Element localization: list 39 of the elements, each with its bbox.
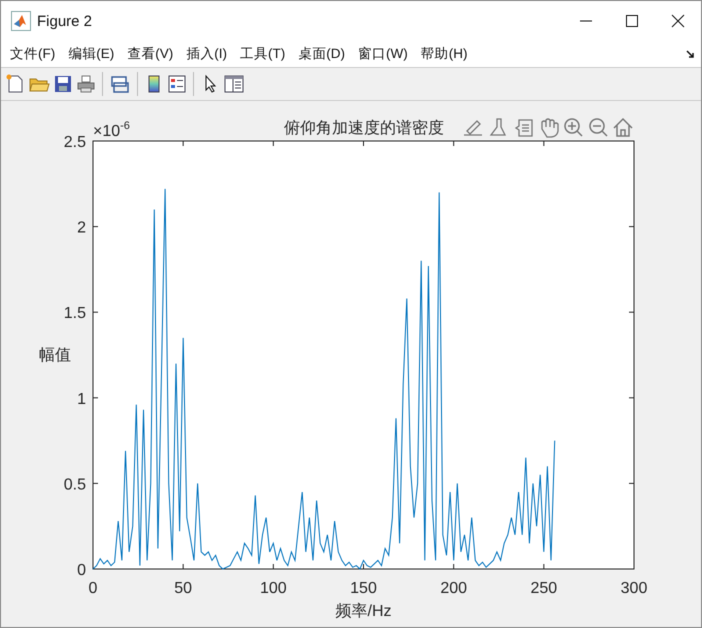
tick-label: 1.5 — [64, 305, 86, 322]
tick-label: 200 — [440, 580, 468, 597]
tick-label: 300 — [620, 580, 648, 597]
new-file-icon[interactable] — [5, 74, 25, 94]
window-title: Figure 2 — [37, 12, 92, 30]
printer-icon[interactable] — [76, 74, 96, 94]
tick-label: 0 — [77, 562, 86, 579]
data-tip-icon[interactable] — [514, 119, 533, 137]
tick-label: 250 — [530, 580, 558, 597]
menu-item[interactable]: 编辑(E) — [68, 45, 114, 63]
menu-item[interactable]: 帮助(H) — [420, 45, 468, 63]
tick-label: 0.5 — [64, 476, 86, 494]
zoom-in-icon[interactable] — [564, 118, 583, 137]
pan-hand-icon[interactable] — [541, 118, 559, 138]
tick-label: 0 — [88, 580, 98, 597]
menu-item[interactable]: 窗口(W) — [358, 45, 408, 63]
tick-label: 150 — [350, 580, 377, 597]
zoom-out-icon[interactable] — [589, 118, 608, 137]
y-axis-label: 幅值 — [39, 347, 71, 364]
menu-item[interactable]: 工具(T) — [240, 45, 286, 63]
tick-label: 2.5 — [64, 134, 86, 151]
menu-item[interactable]: 查看(V) — [127, 45, 174, 63]
dock-arrow-icon[interactable] — [686, 50, 695, 58]
menu-item[interactable]: 插入(I) — [186, 45, 227, 63]
x-axis-label: 频率/Hz — [336, 603, 392, 620]
tick-label: 100 — [260, 580, 287, 597]
tick-label: 50 — [174, 580, 192, 597]
chart-title: 俯仰角加速度的谱密度 — [284, 120, 444, 137]
legend-icon[interactable] — [167, 74, 187, 94]
home-icon[interactable] — [613, 118, 633, 137]
app-logo-icon — [11, 11, 31, 31]
menu-item[interactable]: 文件(F) — [10, 45, 56, 63]
menu-item[interactable]: 桌面(D) — [298, 45, 345, 63]
edit-pen-icon[interactable] — [463, 120, 483, 136]
save-icon[interactable] — [53, 74, 73, 94]
tick-label: 1 — [77, 390, 86, 408]
property-panel-icon[interactable] — [223, 74, 245, 94]
tick-label: 2 — [77, 220, 86, 237]
axis-exponent: ×10$^{-6}$ — [93, 120, 130, 140]
